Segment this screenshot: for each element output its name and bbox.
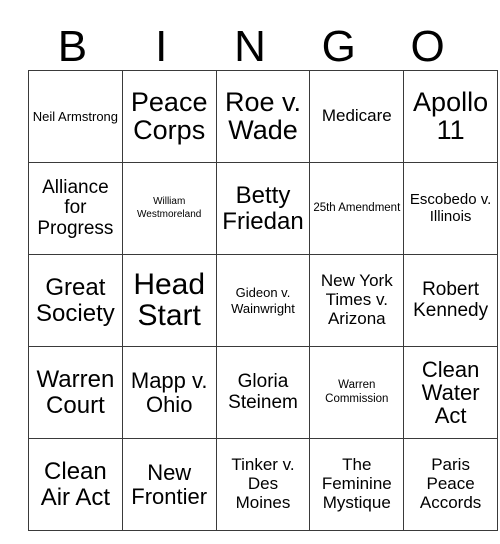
- bingo-cell[interactable]: Clean Water Act: [403, 346, 498, 439]
- bingo-cell[interactable]: New York Times v. Arizona: [309, 254, 405, 347]
- bingo-row: Neil Armstrong Peace Corps Roe v. Wade M…: [28, 70, 498, 163]
- bingo-cell-label: Escobedo v. Illinois: [409, 190, 492, 225]
- bingo-cell-label: Alliance for Progress: [37, 176, 114, 239]
- bingo-cell[interactable]: Alliance for Progress: [28, 162, 123, 255]
- bingo-cell[interactable]: Warren Court: [28, 346, 123, 439]
- bingo-cell[interactable]: Warren Commission: [309, 346, 405, 439]
- bingo-cell-label: Tinker v. Des Moines: [231, 455, 295, 512]
- bingo-cell-label: Robert Kennedy: [413, 278, 489, 321]
- bingo-cell[interactable]: Apollo 11: [403, 70, 498, 163]
- bingo-cell[interactable]: The Feminine Mystique: [309, 438, 405, 531]
- bingo-cell[interactable]: Mapp v. Ohio: [121, 346, 217, 439]
- bingo-cell[interactable]: New Frontier: [121, 438, 217, 531]
- bingo-cell[interactable]: Great Society: [28, 254, 123, 347]
- bingo-cell[interactable]: Neil Armstrong: [28, 70, 123, 163]
- bingo-cell-label: Medicare: [321, 106, 392, 126]
- bingo-cell-label: Gideon v. Wainwright: [231, 285, 295, 316]
- bingo-cell[interactable]: Escobedo v. Illinois: [403, 162, 498, 255]
- bingo-cell-label: Warren Commission: [325, 378, 389, 405]
- bingo-cell[interactable]: 25th Amendment: [309, 162, 405, 255]
- header-letter-b: B: [57, 22, 88, 71]
- bingo-cell[interactable]: Paris Peace Accords: [403, 438, 498, 531]
- bingo-cell[interactable]: Clean Air Act: [28, 438, 123, 531]
- bingo-row: Great Society Head Start Gideon v. Wainw…: [28, 254, 498, 347]
- bingo-cell-label: The Feminine Mystique: [321, 455, 392, 512]
- bingo-cell-label: Roe v. Wade: [224, 86, 301, 145]
- bingo-row: Clean Air Act New Frontier Tinker v. Des…: [28, 438, 498, 531]
- bingo-cell-label: Neil Armstrong: [32, 108, 119, 124]
- header-letter-i: I: [155, 22, 168, 71]
- bingo-cell-label: Paris Peace Accords: [419, 455, 482, 512]
- bingo-cell-label: William Westmoreland: [137, 196, 202, 220]
- bingo-card: B I N G O Neil Armstrong Peace Corps Roe…: [28, 12, 498, 531]
- bingo-cell[interactable]: Betty Friedan: [215, 162, 311, 255]
- bingo-cell-label: 25th Amendment: [313, 201, 401, 214]
- bingo-cell-label: New Frontier: [131, 460, 208, 509]
- bingo-cell-label: Gloria Steinem: [228, 370, 298, 413]
- bingo-cell[interactable]: Roe v. Wade: [215, 70, 311, 163]
- header-letter-n: N: [234, 22, 266, 71]
- bingo-cell[interactable]: Head Start: [121, 254, 217, 347]
- bingo-cell-label: Peace Corps: [130, 86, 208, 145]
- bingo-cell-label: Apollo 11: [413, 86, 489, 145]
- bingo-row: Alliance for Progress William Westmorela…: [28, 162, 498, 255]
- bingo-cell[interactable]: Peace Corps: [121, 70, 217, 163]
- header-letter-g: G: [321, 22, 356, 71]
- bingo-cell-label: Clean Water Act: [421, 356, 480, 429]
- bingo-cell-label: Clean Air Act: [40, 458, 111, 511]
- bingo-grid: Neil Armstrong Peace Corps Roe v. Wade M…: [28, 70, 498, 531]
- bingo-cell-label: Betty Friedan: [222, 182, 304, 235]
- bingo-cell-label: Mapp v. Ohio: [130, 368, 208, 417]
- bingo-cell[interactable]: Gideon v. Wainwright: [215, 254, 311, 347]
- bingo-cell[interactable]: Tinker v. Des Moines: [215, 438, 311, 531]
- bingo-cell-label: Head Start: [133, 267, 206, 332]
- bingo-cell[interactable]: Robert Kennedy: [403, 254, 498, 347]
- bingo-cell[interactable]: Gloria Steinem: [215, 346, 311, 439]
- header-letter-o: O: [410, 22, 445, 71]
- bingo-cell[interactable]: William Westmoreland: [121, 162, 217, 255]
- bingo-cell-label: Great Society: [36, 274, 115, 327]
- bingo-cell-label: New York Times v. Arizona: [320, 271, 393, 328]
- bingo-header-row: B I N G O: [28, 12, 472, 70]
- bingo-cell[interactable]: Medicare: [309, 70, 405, 163]
- bingo-row: Warren Court Mapp v. Ohio Gloria Steinem…: [28, 346, 498, 439]
- bingo-cell-label: Warren Court: [36, 366, 115, 419]
